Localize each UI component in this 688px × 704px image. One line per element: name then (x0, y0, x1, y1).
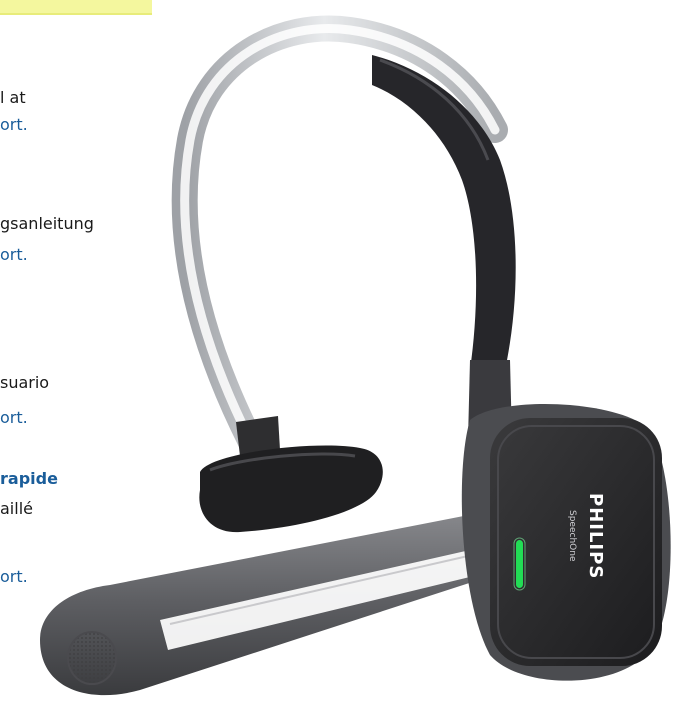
headband (171, 15, 516, 453)
earpiece (461, 403, 671, 681)
microphone-mesh (67, 631, 117, 685)
model-name: SpeechOne (567, 510, 577, 562)
temple-pad (199, 416, 383, 533)
status-led (516, 540, 523, 588)
headset-image: PHILIPS SpeechOne (40, 15, 671, 696)
brand-logo: PHILIPS (585, 493, 606, 579)
